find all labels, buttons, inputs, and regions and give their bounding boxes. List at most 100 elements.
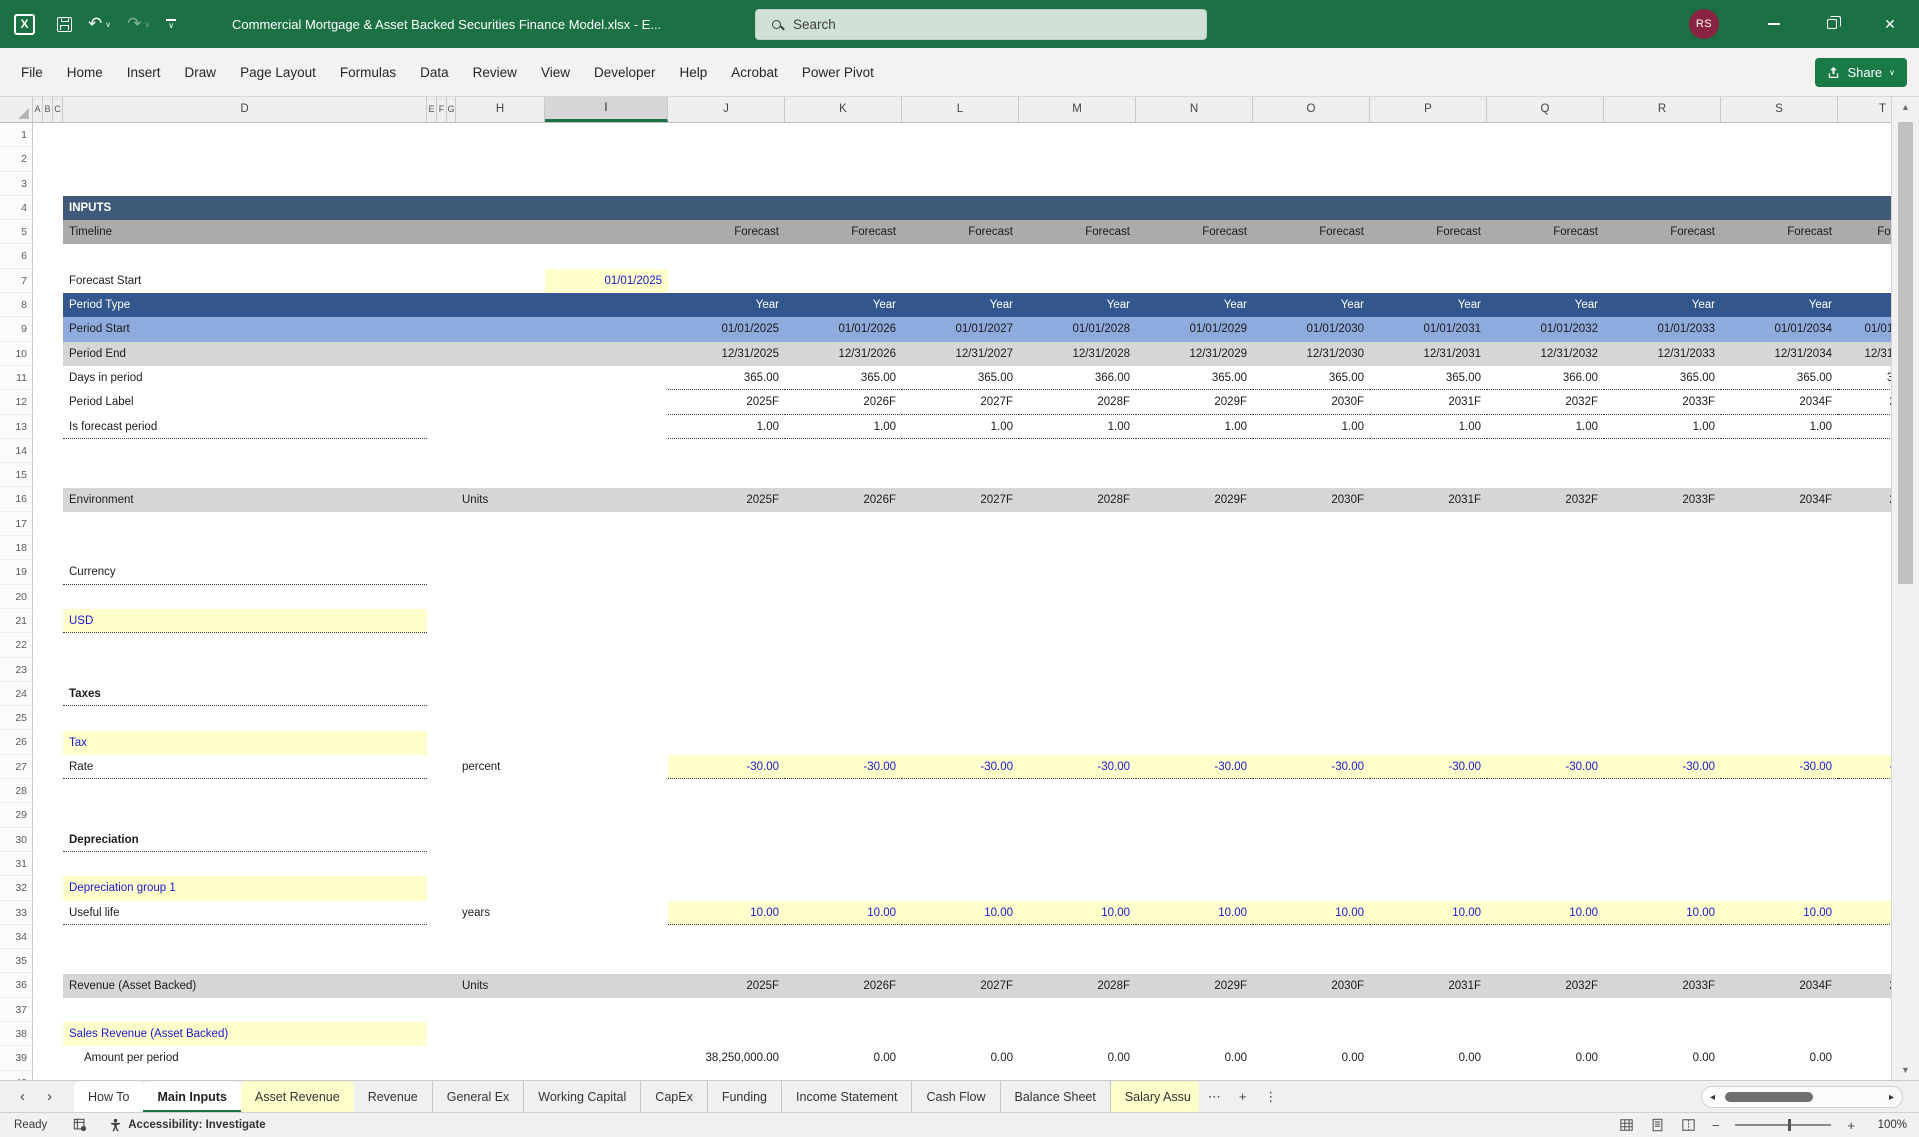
cell-P39[interactable]: 0.00 (1370, 1046, 1487, 1070)
row-header-5[interactable]: 5 (0, 220, 33, 244)
cell-O16[interactable]: 2030F (1253, 488, 1370, 512)
cell-K9[interactable]: 01/01/2026 (785, 317, 902, 341)
cell-K11[interactable]: 365.00 (785, 366, 902, 390)
cell-M16[interactable]: 2028F (1019, 488, 1136, 512)
cell-J36[interactable]: 2025F (668, 974, 785, 998)
cell-K10[interactable]: 12/31/2026 (785, 342, 902, 366)
cell-D21[interactable]: USD (63, 609, 427, 633)
cell-S39[interactable]: 0.00 (1721, 1046, 1838, 1070)
cell-Q10[interactable]: 12/31/2032 (1487, 342, 1604, 366)
column-header-F[interactable]: F (437, 97, 447, 122)
cell-S12[interactable]: 2034F (1721, 390, 1838, 414)
sheet-menu-icon[interactable]: ⋮ (1255, 1089, 1286, 1105)
cell-J16[interactable]: 2025F (668, 488, 785, 512)
cell-S9[interactable]: 01/01/2034 (1721, 317, 1838, 341)
column-header-M[interactable]: M (1019, 97, 1136, 122)
cell-S36[interactable]: 2034F (1721, 974, 1838, 998)
row-header-9[interactable]: 9 (0, 317, 33, 341)
zoom-slider-thumb[interactable] (1788, 1119, 1791, 1131)
cell-N8[interactable]: Year (1136, 293, 1253, 317)
cell-D39[interactable]: Amount per period (63, 1046, 427, 1070)
row-header-6[interactable]: 6 (0, 244, 33, 268)
normal-view-icon[interactable] (1619, 1118, 1634, 1132)
cell-Q36[interactable]: 2032F (1487, 974, 1604, 998)
minimize-button[interactable] (1745, 0, 1803, 48)
vertical-scrollbar[interactable]: ▲ ▼ (1891, 97, 1919, 1080)
cell-O13[interactable]: 1.00 (1253, 415, 1370, 439)
ribbon-tab-data[interactable]: Data (408, 48, 461, 96)
cell-T10[interactable]: 12/31/2035 (1838, 342, 1891, 366)
row-header-14[interactable]: 14 (0, 439, 33, 463)
cell-L39[interactable]: 0.00 (902, 1046, 1019, 1070)
cell-L10[interactable]: 12/31/2027 (902, 342, 1019, 366)
row-header-37[interactable]: 37 (0, 998, 33, 1022)
cell-S5[interactable]: Forecast (1721, 220, 1838, 244)
cell-S13[interactable]: 1.00 (1721, 415, 1838, 439)
cell-P13[interactable]: 1.00 (1370, 415, 1487, 439)
ribbon-tab-home[interactable]: Home (55, 48, 115, 96)
cell-K33[interactable]: 10.00 (785, 901, 902, 925)
cell-O36[interactable]: 2030F (1253, 974, 1370, 998)
cell-D24[interactable]: Taxes (63, 682, 427, 706)
cell-D19[interactable]: Currency (63, 560, 427, 584)
ribbon-tab-file[interactable]: File (9, 48, 55, 96)
cell-R33[interactable]: 10.00 (1604, 901, 1721, 925)
cell-D16[interactable]: Environment (63, 488, 427, 512)
ribbon-tab-page-layout[interactable]: Page Layout (228, 48, 328, 96)
cell-D4[interactable]: INPUTS (63, 196, 1891, 220)
row-header-27[interactable]: 27 (0, 755, 33, 779)
cell-O33[interactable]: 10.00 (1253, 901, 1370, 925)
cell-M27[interactable]: -30.00 (1019, 755, 1136, 779)
cell-H36[interactable]: Units (456, 974, 545, 998)
cell-N10[interactable]: 12/31/2029 (1136, 342, 1253, 366)
cell-O11[interactable]: 365.00 (1253, 366, 1370, 390)
cell-N27[interactable]: -30.00 (1136, 755, 1253, 779)
cell-R39[interactable]: 0.00 (1604, 1046, 1721, 1070)
cell-L12[interactable]: 2027F (902, 390, 1019, 414)
cell-D10[interactable]: Period End (63, 342, 427, 366)
cell-S16[interactable]: 2034F (1721, 488, 1838, 512)
cell-N5[interactable]: Forecast (1136, 220, 1253, 244)
cell-L9[interactable]: 01/01/2027 (902, 317, 1019, 341)
row-header-10[interactable]: 10 (0, 342, 33, 366)
row-header-19[interactable]: 19 (0, 560, 33, 584)
cell-O27[interactable]: -30.00 (1253, 755, 1370, 779)
cell-J39[interactable]: 38,250,000.00 (668, 1046, 785, 1070)
cell-R12[interactable]: 2033F (1604, 390, 1721, 414)
cell-J12[interactable]: 2025F (668, 390, 785, 414)
cell-I7[interactable]: 01/01/2025 (545, 269, 668, 293)
cell-S10[interactable]: 12/31/2034 (1721, 342, 1838, 366)
column-header-H[interactable]: H (456, 97, 545, 122)
cell-M12[interactable]: 2028F (1019, 390, 1136, 414)
avatar[interactable]: RS (1689, 9, 1719, 39)
cell-N12[interactable]: 2029F (1136, 390, 1253, 414)
cell-J33[interactable]: 10.00 (668, 901, 785, 925)
cell-K5[interactable]: Forecast (785, 220, 902, 244)
sheet-tab-revenue[interactable]: Revenue (354, 1081, 433, 1113)
cell-D38[interactable]: Sales Revenue (Asset Backed) (63, 1022, 427, 1046)
ribbon-tab-view[interactable]: View (529, 48, 582, 96)
cell-R5[interactable]: Forecast (1604, 220, 1721, 244)
row-header-23[interactable]: 23 (0, 658, 33, 682)
cell-R10[interactable]: 12/31/2033 (1604, 342, 1721, 366)
scroll-up-icon[interactable]: ▲ (1892, 102, 1919, 112)
cell-D30[interactable]: Depreciation (63, 828, 427, 852)
sheet-tab-how-to[interactable]: How To (74, 1081, 143, 1113)
column-header-O[interactable]: O (1253, 97, 1370, 122)
cell-H33[interactable]: years (456, 901, 545, 925)
row-header-18[interactable]: 18 (0, 536, 33, 560)
column-header-B[interactable]: B (43, 97, 53, 122)
column-header-K[interactable]: K (785, 97, 902, 122)
cell-R9[interactable]: 01/01/2033 (1604, 317, 1721, 341)
row-header-11[interactable]: 11 (0, 366, 33, 390)
cell-P11[interactable]: 365.00 (1370, 366, 1487, 390)
row-header-31[interactable]: 31 (0, 852, 33, 876)
ribbon-tab-insert[interactable]: Insert (115, 48, 173, 96)
cell-D12[interactable]: Period Label (63, 390, 427, 414)
row-header-21[interactable]: 21 (0, 609, 33, 633)
row-header-36[interactable]: 36 (0, 973, 33, 997)
cell-T13[interactable]: 1.00 (1838, 415, 1891, 439)
cell-J27[interactable]: -30.00 (668, 755, 785, 779)
cell-P10[interactable]: 12/31/2031 (1370, 342, 1487, 366)
cell-M8[interactable]: Year (1019, 293, 1136, 317)
